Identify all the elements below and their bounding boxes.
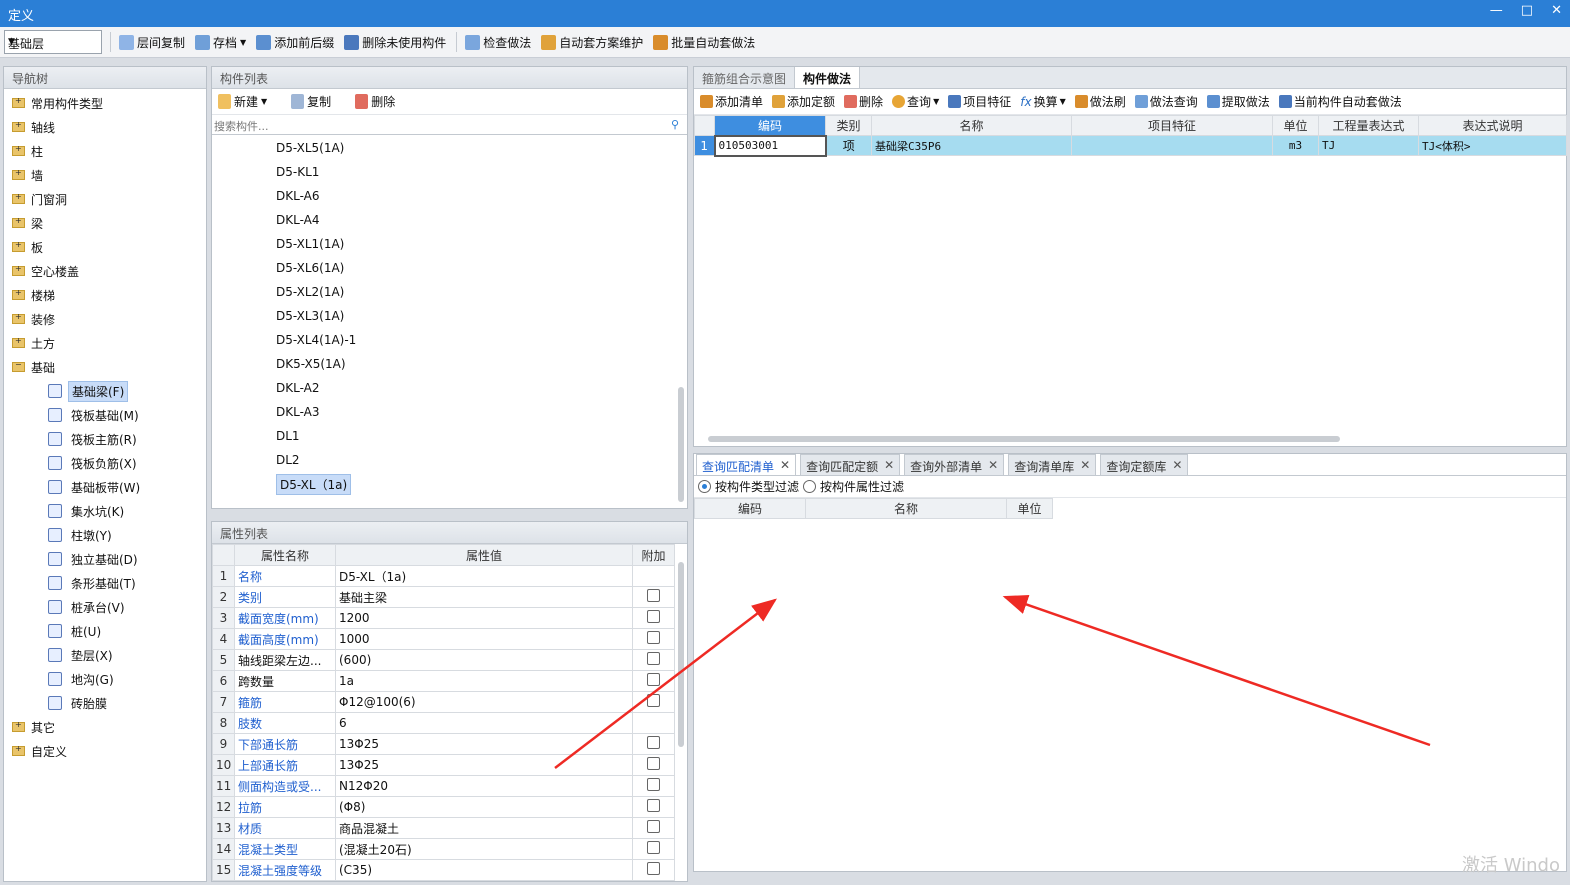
arrow-right xyxy=(1002,594,1431,747)
arrow-left xyxy=(554,598,777,769)
annotation-arrows xyxy=(554,594,1431,769)
